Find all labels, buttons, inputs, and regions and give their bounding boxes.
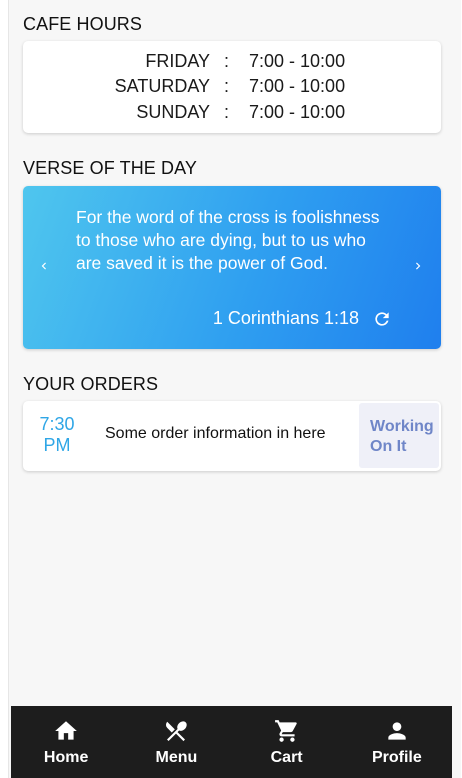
verse-reference: 1 Corinthians 1:18 [212, 308, 359, 328]
app-screen: CAFE HOURS FRIDAY : 7:00 - 10:00 SATURDA… [8, 0, 461, 778]
hours-day: SATURDAY [114, 76, 210, 96]
chevron-left-icon[interactable] [33, 255, 55, 277]
cart-icon [274, 720, 297, 742]
refresh-icon[interactable] [371, 308, 393, 330]
orders-title: YOUR ORDERS [23, 374, 159, 394]
verse-title: VERSE OF THE DAY [23, 158, 197, 178]
verse-card: For the word of the cross is foolishness… [23, 186, 441, 349]
hours-row: FRIDAY : 7:00 - 10:00 [23, 51, 441, 75]
verse-text: For the word of the cross is foolishness… [76, 207, 380, 273]
order-status-badge: Working On It [359, 403, 439, 468]
order-card[interactable]: 7:30 PM Some order information in here W… [23, 401, 441, 471]
nav-item-cart[interactable]: Cart [232, 706, 342, 778]
hours-row: SUNDAY : 7:00 - 10:00 [23, 102, 441, 126]
hours-time: 7:00 - 10:00 [249, 102, 346, 122]
order-time: 7:30 PM [23, 401, 91, 469]
hours-separator: : [224, 102, 230, 122]
hours-day: SUNDAY [136, 102, 210, 122]
order-status-line: Working [370, 418, 434, 435]
nav-label: Cart [270, 749, 303, 766]
fork-knife-icon [166, 721, 188, 742]
cafe-hours-card: FRIDAY : 7:00 - 10:00 SATURDAY : 7:00 - … [23, 41, 441, 133]
home-icon [55, 721, 77, 740]
person-icon [388, 722, 406, 740]
chevron-right-icon[interactable] [407, 255, 429, 277]
nav-label: Menu [155, 749, 198, 766]
hours-time: 7:00 - 10:00 [249, 76, 346, 96]
order-info: Some order information in here [105, 425, 326, 442]
order-time-ampm: PM [43, 435, 71, 455]
order-status-line: On It [370, 438, 407, 455]
hours-day: FRIDAY [145, 51, 210, 71]
nav-label: Home [43, 749, 89, 766]
bottom-nav: Home Menu Cart Profile [11, 706, 452, 778]
cafe-hours-title: CAFE HOURS [23, 14, 143, 34]
hours-separator: : [224, 76, 230, 96]
nav-item-home[interactable]: Home [11, 706, 121, 778]
nav-item-menu[interactable]: Menu [121, 706, 231, 778]
order-time-hm: 7:30 [39, 414, 75, 434]
hours-time: 7:00 - 10:00 [249, 51, 346, 71]
hours-separator: : [224, 51, 230, 71]
nav-label: Profile [371, 749, 422, 766]
hours-row: SATURDAY : 7:00 - 10:00 [23, 76, 441, 100]
nav-item-profile[interactable]: Profile [342, 706, 452, 778]
